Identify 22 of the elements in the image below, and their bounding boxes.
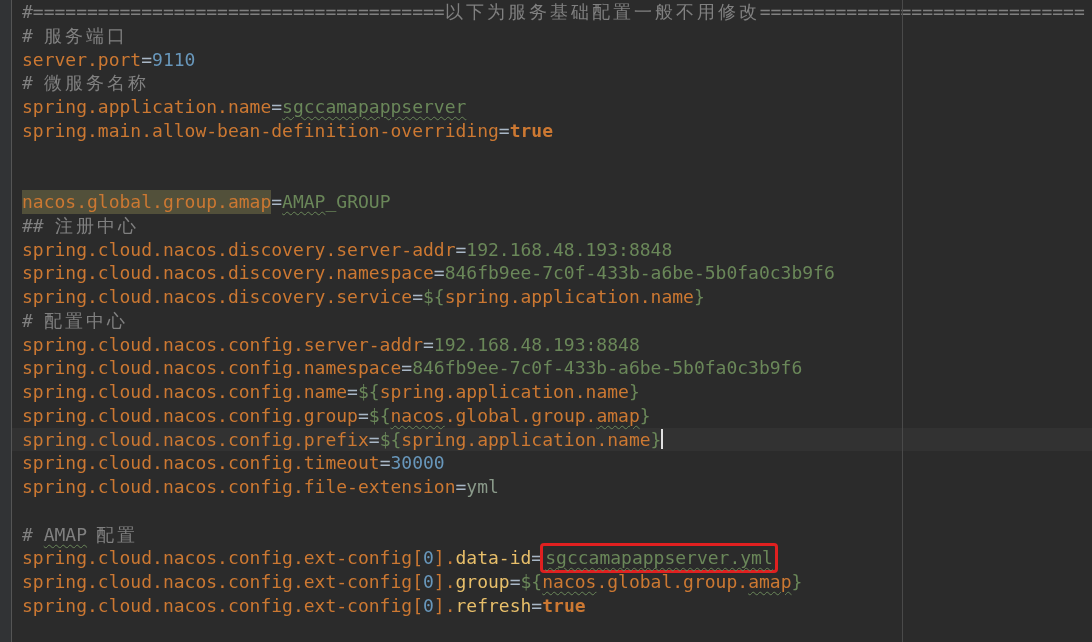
code-comment: # AMAP 配置 — [21, 522, 139, 547]
code-line: spring.application.name=sgccamapappserver — [21, 95, 468, 119]
code-line: server.port=9110 — [21, 47, 197, 72]
code-line: spring.main.allow-bean-definition-overriding=true — [21, 118, 555, 143]
code-line: spring.cloud.nacos.config.namespace=846fb9ee-7c0f-433b-a6be-5b0fa0c3b9f6 — [21, 356, 804, 380]
code-line: spring.cloud.nacos.config.name=${spring.application.name} — [21, 380, 641, 404]
code-line: spring.cloud.nacos.config.server-addr=192.168.48.193:8848 — [21, 332, 641, 357]
code-comment: # 配置中心 — [21, 308, 129, 333]
code-line: spring.cloud.nacos.config.timeout=30000 — [21, 451, 446, 475]
code-comment: # 微服务名称 — [21, 71, 150, 95]
code-line: spring.cloud.nacos.discovery.server-addr=192.168.48.193:8848 — [21, 237, 674, 262]
code-line: spring.cloud.nacos.config.file-extension=yml — [21, 475, 500, 499]
code-comment: ## 注册中心 — [21, 213, 140, 238]
code-line: spring.cloud.nacos.discovery.namespace=846fb9ee-7c0f-433b-a6be-5b0fa0c3b9f6 — [21, 261, 836, 285]
code-line: spring.cloud.nacos.config.ext-config[0].group=${nacos.global.group.amap} — [21, 570, 804, 594]
code-line: spring.cloud.nacos.config.ext-config[0].refresh=true — [21, 593, 587, 618]
code-comment: # 服务端口 — [21, 23, 129, 48]
code-comment: #======================================以下为服务基础配置一般不用修改============================== — [21, 0, 1086, 24]
code-line: spring.cloud.nacos.discovery.service=${spring.application.name} — [21, 285, 706, 309]
code-line: nacos.global.group.amap=AMAP_GROUP — [21, 190, 392, 214]
code-editor[interactable] — [0, 0, 1092, 642]
code-line: spring.cloud.nacos.config.group=${nacos.global.group.amap} — [21, 403, 652, 428]
